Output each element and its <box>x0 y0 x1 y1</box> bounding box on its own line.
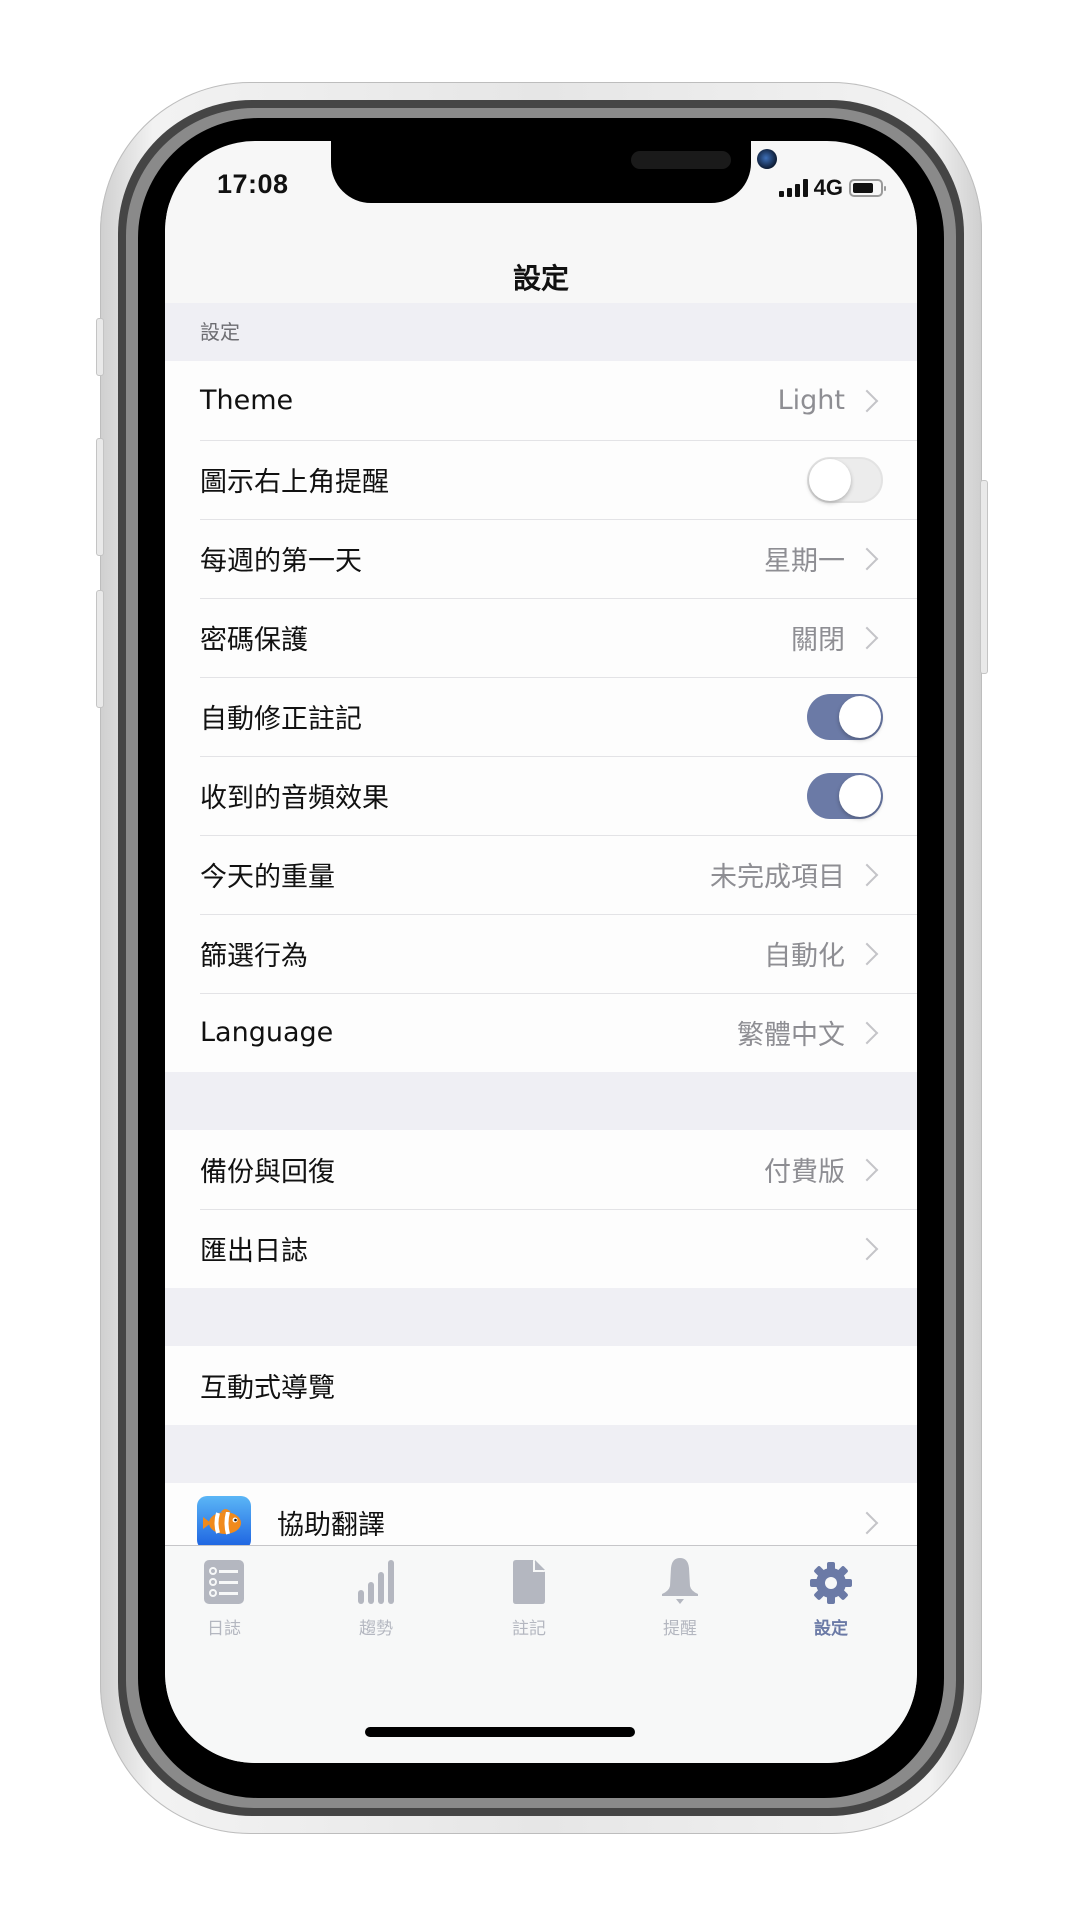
row-passcode[interactable]: 密碼保護 關閉 <box>165 598 917 677</box>
status-time: 17:08 <box>217 169 289 199</box>
page-title: 設定 <box>512 262 569 295</box>
silent-switch <box>96 318 104 376</box>
notch <box>331 141 777 203</box>
row-badge-alert: 圖示右上角提醒 <box>165 440 917 519</box>
navigation-bar: 設定 <box>165 203 917 304</box>
chevron-right-icon <box>855 547 879 570</box>
toggle-knob <box>839 695 881 738</box>
tab-reminders[interactable]: 提醒 <box>625 1556 735 1639</box>
chevron-right-icon <box>855 1021 879 1044</box>
screen: 設定 17:08 4G 設定 Theme Light 圖示右上角提醒 每週的第一… <box>165 141 917 1763</box>
list-icon <box>169 1556 279 1604</box>
volume-up-button <box>96 438 104 556</box>
document-icon <box>474 1556 584 1604</box>
toggle-knob <box>809 458 851 501</box>
network-type: 4G <box>813 175 843 200</box>
settings-group-tour: 互動式導覽 <box>165 1346 917 1425</box>
row-theme[interactable]: Theme Light <box>165 361 917 440</box>
row-value: 星期一 <box>764 546 845 577</box>
battery-icon <box>849 179 886 197</box>
front-camera-icon <box>757 149 777 169</box>
chevron-right-icon <box>855 1158 879 1181</box>
chevron-right-icon <box>855 389 879 412</box>
row-interactive-tour[interactable]: 互動式導覽 <box>165 1346 917 1425</box>
settings-group-data: 備份與回復 付費版 匯出日誌 <box>165 1130 917 1288</box>
home-indicator[interactable] <box>365 1727 635 1737</box>
section-header: 設定 <box>200 320 240 344</box>
row-language[interactable]: Language 繁體中文 <box>165 993 917 1072</box>
clownfish-app-icon <box>197 1495 251 1550</box>
row-export-journal[interactable]: 匯出日誌 <box>165 1209 917 1288</box>
row-value: 未完成項目 <box>710 862 845 893</box>
row-label: 互動式導覽 <box>200 1373 335 1404</box>
row-value: 付費版 <box>764 1157 845 1188</box>
tab-label: 趨勢 <box>359 1619 393 1639</box>
power-button <box>980 480 988 674</box>
tab-trends[interactable]: 趨勢 <box>321 1556 431 1639</box>
tab-journal[interactable]: 日誌 <box>169 1556 279 1639</box>
status-indicators: 4G <box>778 175 886 201</box>
row-first-day-of-week[interactable]: 每週的第一天 星期一 <box>165 519 917 598</box>
signal-bars-icon <box>778 179 808 197</box>
toggle-knob <box>839 774 881 817</box>
bar-chart-icon <box>321 1556 431 1604</box>
row-label: 每週的第一天 <box>200 546 362 577</box>
row-value: 繁體中文 <box>737 1020 845 1051</box>
row-label: 今天的重量 <box>200 862 335 893</box>
row-autocorrect-notes: 自動修正註記 <box>165 677 917 756</box>
chevron-right-icon <box>855 942 879 965</box>
row-label: Language <box>200 1017 334 1048</box>
row-label: 圖示右上角提醒 <box>200 467 389 498</box>
row-backup-restore[interactable]: 備份與回復 付費版 <box>165 1130 917 1209</box>
tab-label: 日誌 <box>207 1619 241 1639</box>
row-label: 備份與回復 <box>200 1157 335 1188</box>
row-filter-behavior[interactable]: 篩選行為 自動化 <box>165 914 917 993</box>
row-label: 收到的音頻效果 <box>200 783 389 814</box>
bell-icon <box>625 1556 735 1604</box>
row-value: 關閉 <box>791 625 845 656</box>
autocorrect-toggle[interactable] <box>807 693 883 740</box>
row-label: 篩選行為 <box>200 941 308 972</box>
tab-notes[interactable]: 註記 <box>474 1556 584 1639</box>
settings-group-general: Theme Light 圖示右上角提醒 每週的第一天 星期一 密碼保護 關閉 自… <box>165 361 917 1072</box>
row-today-weight[interactable]: 今天的重量 未完成項目 <box>165 835 917 914</box>
gear-icon <box>776 1556 886 1604</box>
settings-list: 設定 Theme Light 圖示右上角提醒 每週的第一天 星期一 密碼保護 關… <box>165 303 917 1562</box>
row-sound-effects: 收到的音頻效果 <box>165 756 917 835</box>
volume-down-button <box>96 590 104 708</box>
speaker-grille <box>631 151 731 169</box>
tab-label: 提醒 <box>663 1619 697 1639</box>
badge-alert-toggle[interactable] <box>807 456 883 503</box>
sound-effects-toggle[interactable] <box>807 772 883 819</box>
row-label: 匯出日誌 <box>200 1236 308 1267</box>
row-label: 自動修正註記 <box>200 704 362 735</box>
row-value: Light <box>777 385 845 416</box>
row-label: 密碼保護 <box>200 625 308 656</box>
chevron-right-icon <box>855 626 879 649</box>
tab-settings[interactable]: 設定 <box>776 1556 886 1639</box>
chevron-right-icon <box>855 1511 879 1534</box>
tab-label: 設定 <box>814 1619 848 1639</box>
chevron-right-icon <box>855 1237 879 1260</box>
row-value: 自動化 <box>764 941 845 972</box>
chevron-right-icon <box>855 863 879 886</box>
row-label: 協助翻譯 <box>277 1510 385 1541</box>
tab-label: 註記 <box>512 1619 546 1639</box>
row-label: Theme <box>200 385 294 416</box>
